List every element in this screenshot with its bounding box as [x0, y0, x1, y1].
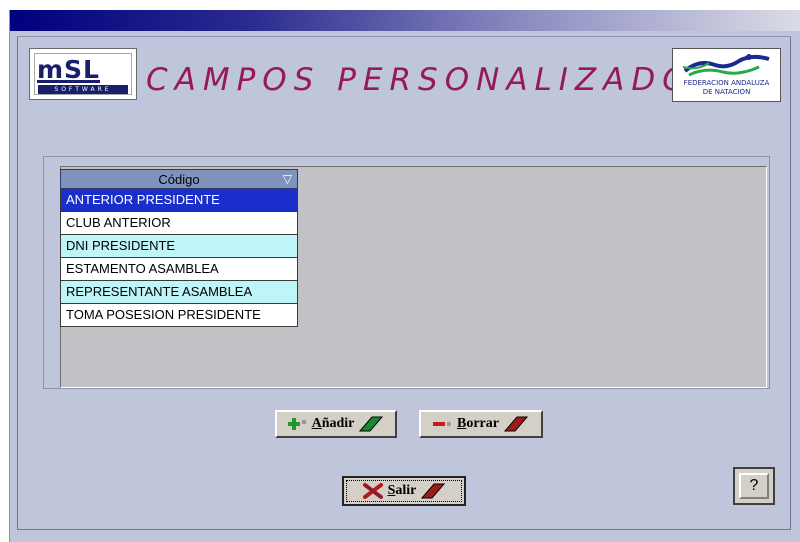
- add-button-label: Añadir: [311, 416, 355, 431]
- close-x-icon: [362, 483, 383, 499]
- msl-logo-text: mSL: [37, 55, 100, 84]
- green-slash-icon: [359, 416, 384, 432]
- list-item[interactable]: DNI PRESIDENTE: [60, 235, 298, 258]
- title-bar[interactable]: [10, 10, 800, 31]
- msl-software-logo: mSL SOFTWARE: [29, 48, 137, 100]
- minus-icon: [433, 422, 451, 426]
- help-button-label: ?: [739, 473, 769, 499]
- column-header-label: Código: [158, 172, 200, 187]
- federacion-logo-line1: FEDERACION ANDALUZA: [683, 79, 770, 87]
- column-header-codigo[interactable]: Código ▽: [60, 169, 298, 189]
- list-item[interactable]: TOMA POSESION PRESIDENTE: [60, 304, 298, 327]
- delete-button-label: Borrar: [457, 416, 499, 431]
- list-item[interactable]: REPRESENTANTE ASAMBLEA: [60, 281, 298, 304]
- exit-button-label: Salir: [387, 483, 417, 498]
- list-item[interactable]: ANTERIOR PRESIDENTE: [60, 189, 298, 212]
- plus-icon: [287, 418, 306, 430]
- swimmer-icon: [682, 54, 770, 77]
- federacion-logo-line2: DE NATACION: [702, 88, 751, 96]
- sort-down-icon[interactable]: ▽: [283, 170, 292, 189]
- add-button[interactable]: Añadir: [275, 410, 397, 438]
- red-slash-icon: [421, 483, 446, 499]
- red-slash-icon: [503, 416, 529, 432]
- list-item[interactable]: ESTAMENTO ASAMBLEA: [60, 258, 298, 281]
- exit-button[interactable]: Salir: [342, 476, 466, 506]
- msl-logo-subtitle: SOFTWARE: [38, 85, 128, 94]
- list-item[interactable]: CLUB ANTERIOR: [60, 212, 298, 235]
- fields-list[interactable]: Código ▽ ANTERIOR PRESIDENTE CLUB ANTERI…: [60, 169, 298, 327]
- page-title: CAMPOS PERSONALIZADOS: [146, 62, 721, 98]
- help-button[interactable]: ?: [733, 467, 775, 505]
- delete-button[interactable]: Borrar: [419, 410, 543, 438]
- federacion-logo: FEDERACION ANDALUZA DE NATACION: [672, 48, 781, 102]
